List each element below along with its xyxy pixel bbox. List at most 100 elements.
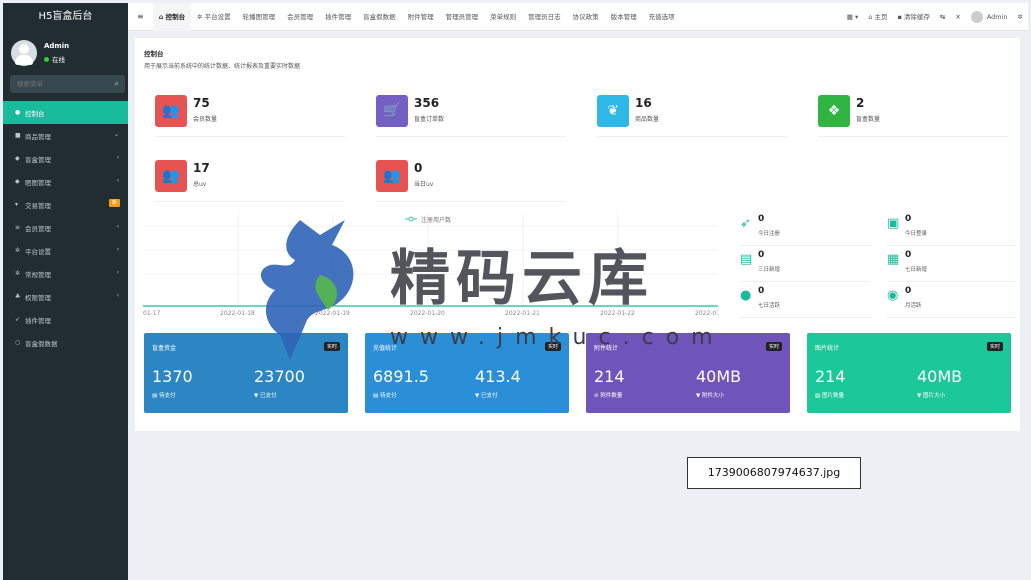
tab-platform-settings[interactable]: ✲ 平台设置: [191, 3, 237, 31]
card-attachment-stats: 附件统计 实时 214 ⊘ 附件数量 40MB ▼ 附件大小: [586, 333, 790, 413]
mini-stat-month-active: ◉ 0 月活跃: [887, 286, 1017, 318]
realtime-badge: 实时: [544, 342, 561, 351]
stat-label: 总uv: [193, 181, 207, 188]
sidebar-item-trade[interactable]: ▾ 交易管理 新: [3, 193, 128, 216]
sidebar-item-photos[interactable]: ◆ 晒图管理 ‹: [3, 170, 128, 193]
tab-carousel[interactable]: 轮播图管理: [237, 3, 282, 31]
avatar: [11, 40, 37, 66]
fullscreen-icon[interactable]: ✕: [950, 3, 965, 31]
realtime-badge: 实时: [765, 342, 782, 351]
translate-icon[interactable]: ↹: [935, 3, 950, 31]
mini-stat-label: 七日新增: [905, 267, 928, 273]
card-label: ▤ 待支付: [373, 393, 397, 399]
sidebar-item-products[interactable]: ■ 商品管理 ⌄: [3, 124, 128, 147]
tab-dashboard[interactable]: ⌂ 控制台: [152, 2, 192, 31]
chevron-left-icon: ‹: [116, 292, 119, 299]
mini-stat-7day-new: ▦ 0 七日新增: [887, 250, 1017, 282]
stat-total-uv: 👥 17 总uv: [155, 160, 345, 202]
chevron-left-icon: ‹: [116, 154, 119, 161]
mini-stat-label: 七日活跃: [758, 303, 781, 309]
chart-tick-label: 2022-01-18: [220, 310, 255, 317]
mini-stat-value: 0: [758, 214, 765, 224]
sidebar-menu: ● 控制台 ■ 商品管理 ⌄ ◆ 盲盒管理 ‹ ◆ 晒图管理 ‹ ▾ 交易管理新 ≡ 会员管理 ‹ …: [3, 101, 128, 354]
sidebar-item-label: 会员管理: [25, 224, 51, 233]
user-menu[interactable]: Admin: [966, 3, 1013, 31]
home-link[interactable]: ⌂ 主页: [863, 3, 892, 31]
group-icon: ♣: [15, 293, 21, 300]
sidebar-item-members[interactable]: ≡ 会员管理 ‹: [3, 216, 128, 239]
card-value: 40MB: [696, 367, 742, 386]
dropbox-icon: ❖: [818, 95, 850, 127]
sidebar-item-plugins[interactable]: ➶ 插件管理: [3, 308, 128, 331]
stat-blindboxes: ❖ 2 盲盒数量: [818, 95, 1008, 137]
card-value: 413.4: [475, 367, 521, 386]
dashboard-panel: 控制台 用于展示当前系统中的统计数据、统计报表及重要实时数据 👥 75 会员数量 🛒…: [135, 38, 1020, 431]
shield-icon: ◆: [15, 155, 20, 162]
cogs-icon: ✲: [15, 270, 21, 277]
users-icon: 👥: [155, 160, 187, 192]
tab-attachments[interactable]: 附件管理: [402, 3, 440, 31]
stat-value: 17: [193, 161, 210, 175]
sidebar-item-label: 盲盒管理: [25, 155, 51, 164]
clear-cache-button[interactable]: ▪ 清除缓存: [892, 3, 934, 31]
card-title: 附件统计: [594, 345, 619, 352]
stat-value: 16: [635, 96, 652, 110]
database-icon: ▤: [740, 252, 753, 267]
search-input[interactable]: [10, 75, 110, 93]
settings-icon[interactable]: ✲: [1013, 3, 1028, 31]
sidebar-item-dashboard[interactable]: ● 控制台: [3, 101, 128, 124]
mini-stat-today-register: ➶ 0 今日注册: [740, 214, 870, 246]
sidebar-item-auth[interactable]: ♣ 权限管理 ‹: [3, 285, 128, 308]
tab-versions[interactable]: 版本管理: [605, 3, 643, 31]
mini-stat-value: 0: [905, 214, 912, 224]
users-icon: 👥: [376, 160, 408, 192]
card-image-stats: 图片统计 实时 214 ▧ 图片数量 40MB ▼ 图片大小: [807, 333, 1011, 413]
tab-policy[interactable]: 协议政策: [567, 3, 605, 31]
stat-label: 商品数量: [635, 116, 660, 123]
cart-icon: ▾: [15, 201, 19, 208]
card-value: 214: [594, 367, 625, 386]
stat-value: 2: [856, 96, 865, 110]
user-name: Admin: [44, 42, 70, 50]
sidebar-item-platform[interactable]: ✲ 平台设置 ‹: [3, 239, 128, 262]
user-circle-icon: ◉: [887, 288, 899, 303]
sidebar-item-label: 交易管理: [25, 201, 51, 210]
search-icon[interactable]: ⌕: [115, 79, 119, 89]
chart-tick-label: 2022-01-23: [695, 310, 718, 317]
tab-admins[interactable]: 管理员管理: [440, 3, 485, 31]
user-menu-label: Admin: [986, 12, 1008, 21]
chevron-left-icon: ‹: [116, 246, 119, 253]
tab-members[interactable]: 会员管理: [281, 3, 319, 31]
tab-admin-log[interactable]: 管理员日志: [522, 3, 567, 31]
card-value: 40MB: [917, 367, 963, 386]
sidebar-item-blindbox[interactable]: ◆ 盲盒管理 ‹: [3, 147, 128, 170]
menu-search[interactable]: ⌕: [10, 75, 125, 93]
stat-products: ❦ 16 商品数量: [597, 95, 787, 137]
user-status: 在线: [44, 54, 65, 64]
menu-toggle-icon[interactable]: ≡: [128, 3, 153, 31]
tab-plugins[interactable]: 插件管理: [319, 3, 357, 31]
card-title: 盲盒资金: [152, 345, 177, 352]
sidebar-item-label: 晒图管理: [25, 178, 51, 187]
app-logo[interactable]: H5盲盒后台: [3, 3, 128, 30]
card-recharge-stats: 充值统计 实时 6891.5 ▤ 待支付 413.4 ▼ 已支付: [365, 333, 569, 413]
stat-label: 盲盒数量: [856, 116, 881, 123]
card-label: ⊘ 附件数量: [594, 393, 623, 399]
id-card-icon: ▣: [887, 216, 900, 231]
stat-value: 75: [193, 96, 210, 110]
cogs-icon: ✲: [15, 247, 21, 254]
tab-recharge[interactable]: 充值选项: [643, 3, 681, 31]
shield-icon: ◆: [15, 178, 20, 185]
sidebar-item-general[interactable]: ✲ 常规管理 ‹: [3, 262, 128, 285]
list-icon: ≡: [15, 224, 21, 231]
user-status-text: 在线: [52, 56, 65, 64]
tab-fake-data[interactable]: 盲盒假数据: [357, 3, 402, 31]
user-icon: ●: [740, 288, 752, 303]
tab-menu-rules[interactable]: 菜单规则: [484, 3, 522, 31]
sidebar-item-fake-data[interactable]: ○ 盲盒假数据: [3, 331, 128, 354]
card-label: ▧ 图片数量: [815, 393, 844, 399]
tabs-dropdown-icon[interactable]: ▦ ▾: [842, 3, 863, 31]
chevron-left-icon: ‹: [116, 223, 119, 230]
chevron-left-icon: ‹: [116, 269, 119, 276]
chevron-down-icon: ⌄: [113, 131, 119, 138]
